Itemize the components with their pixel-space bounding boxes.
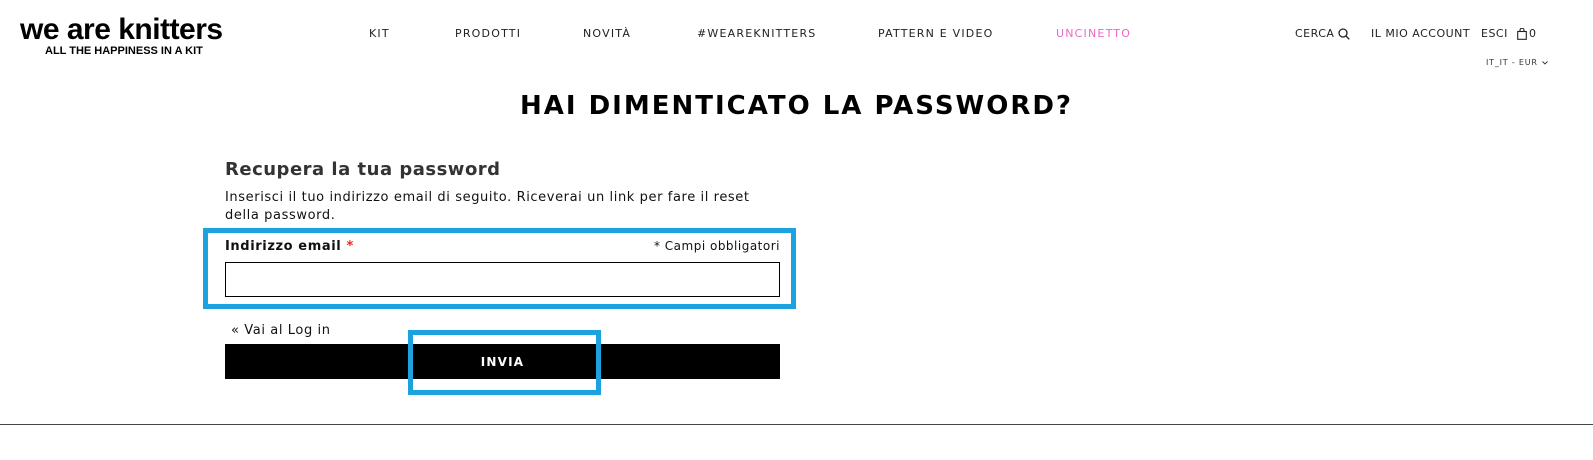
logo-wordmark: we are knitters [20, 13, 223, 46]
email-input[interactable] [225, 262, 780, 297]
page-title: HAI DIMENTICATO LA PASSWORD? [519, 91, 1074, 121]
search-label: CERCA [1295, 27, 1335, 40]
cart-count: 0 [1529, 27, 1537, 40]
submit-button[interactable]: INVIA [225, 344, 780, 379]
section-title: Recupera la tua password [225, 159, 501, 180]
nav-item-uncinetto[interactable]: UNCINETTO [1056, 27, 1131, 41]
search-button[interactable]: CERCA [1295, 27, 1351, 41]
instructions-text: Inserisci il tuo indirizzo email di segu… [225, 190, 750, 223]
cart-button[interactable]: 0 [1517, 27, 1537, 41]
nav-item-prodotti[interactable]: PRODOTTI [455, 27, 521, 41]
nav-item-pattern-e-video[interactable]: PATTERN E VIDEO [878, 27, 993, 41]
back-to-login-link[interactable]: « Vai al Log in [231, 322, 331, 340]
chevron-down-icon [1541, 58, 1548, 67]
footer-divider [0, 424, 1593, 425]
required-fields-note: * Campi obbligatori [653, 239, 780, 253]
email-label: Indirizzo email * [225, 238, 354, 256]
nav-item-novita[interactable]: NOVITÀ [583, 27, 631, 41]
nav-item-weareknitters[interactable]: #WEAREKNITTERS [697, 27, 816, 41]
logo[interactable]: we are knitters ALL THE HAPPINESS IN A K… [20, 13, 223, 58]
required-star: * [346, 239, 354, 254]
locale-label: IT_IT - EUR [1486, 58, 1538, 67]
account-link[interactable]: IL MIO ACCOUNT [1371, 27, 1470, 41]
bag-icon [1517, 28, 1527, 40]
email-label-text: Indirizzo email [225, 239, 342, 254]
logout-link[interactable]: ESCI [1481, 27, 1508, 41]
nav-item-kit[interactable]: KIT [369, 27, 390, 41]
search-icon [1338, 28, 1351, 40]
logo-tagline: ALL THE HAPPINESS IN A KIT [45, 45, 203, 57]
locale-selector[interactable]: IT_IT - EUR [1486, 58, 1548, 67]
